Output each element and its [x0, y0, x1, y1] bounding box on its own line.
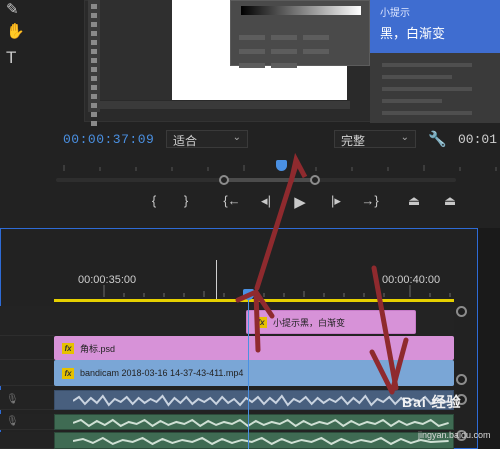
zoom-end-handle[interactable]	[310, 175, 320, 185]
microphone-icon[interactable]: 🎙	[6, 394, 19, 405]
sequence-duration: 00:01:	[458, 132, 500, 147]
photoshop-workspace-preview	[100, 0, 172, 100]
gradient-bar	[241, 6, 361, 15]
gradient-dialog-preview	[230, 0, 370, 68]
tip-title: 小提示	[380, 8, 410, 19]
zoom-range[interactable]	[224, 178, 316, 182]
timeline-playhead[interactable]	[243, 289, 254, 300]
clip-label: bandicam 2018-03-16 14-37-43-411.mp4	[80, 368, 244, 378]
go-to-out-icon[interactable]: →}	[358, 193, 382, 208]
mark-in-icon[interactable]: {	[142, 193, 166, 208]
clip-label: 小提示黑，白渐变	[273, 317, 346, 328]
timeline-ruler-ticks	[103, 285, 451, 297]
timeline-edit-marker	[216, 260, 217, 300]
hand-tool-icon[interactable]: ✋	[6, 22, 25, 40]
audio-clip[interactable]	[54, 414, 454, 430]
playhead-timecode[interactable]: 00:00:37:09	[63, 132, 154, 147]
audio-waveform	[73, 418, 449, 428]
pen-tool-icon[interactable]: ✎	[6, 0, 19, 18]
track-scroll-knob[interactable]	[456, 306, 467, 317]
fx-badge: fx	[62, 342, 74, 354]
watermark-url: jingyan.baidu.com	[418, 430, 491, 440]
audio-waveform	[73, 394, 449, 407]
audio-waveform	[73, 436, 449, 446]
fx-badge: fx	[255, 316, 267, 328]
zoom-start-handle[interactable]	[219, 175, 229, 185]
video-track-header[interactable]	[0, 360, 54, 386]
video-track: fx 角标.psd	[54, 336, 454, 360]
audio-track	[54, 390, 454, 410]
type-tool-icon[interactable]: T	[6, 48, 16, 68]
chevron-down-icon: ⌄	[232, 132, 241, 143]
video-track: fx 小提示黑，白渐变	[54, 306, 454, 336]
step-forward-icon[interactable]: |▸	[324, 193, 348, 209]
wrench-icon[interactable]: 🔧	[428, 130, 447, 148]
audio-track-header[interactable]: 🎙	[0, 414, 54, 430]
playback-quality-value: 完整	[341, 134, 366, 148]
tip-overlay: 小提示 黑，白渐变	[370, 0, 500, 53]
watermark: Bai 经验 jingyan.baidu.com	[400, 392, 500, 449]
work-area-bar[interactable]	[54, 299, 454, 302]
audio-track	[54, 432, 454, 449]
chevron-down-icon: ⌄	[400, 132, 409, 143]
track-scroll-knob[interactable]	[456, 374, 467, 385]
transport-controls: { } {← ◂| ▶ |▸ →} ⏏ ⏏	[140, 193, 470, 217]
photoshop-toolbar-preview	[88, 0, 100, 126]
monitor-playhead[interactable]	[276, 160, 287, 171]
timeline-clip[interactable]: fx 角标.psd	[54, 336, 454, 360]
microphone-icon[interactable]: 🎙	[6, 416, 19, 427]
tools-panel: ✎ ✋ T	[0, 0, 28, 78]
video-track-header[interactable]	[0, 336, 54, 360]
video-track-header[interactable]	[0, 306, 54, 336]
lift-icon[interactable]: ⏏	[402, 193, 426, 209]
tip-text: 黑，白渐变	[380, 26, 446, 41]
zoom-fit-dropdown[interactable]: 适合 ⌄	[166, 130, 248, 148]
photoshop-properties-preview	[370, 53, 500, 123]
audio-clip[interactable]	[54, 432, 454, 449]
play-icon[interactable]: ▶	[288, 193, 312, 211]
go-to-in-icon[interactable]: {←	[220, 193, 244, 208]
photoshop-status-bar-preview	[100, 101, 350, 109]
audio-track	[54, 414, 454, 430]
playback-quality-dropdown[interactable]: 完整 ⌄	[334, 130, 416, 148]
timeline-clip[interactable]: fx bandicam 2018-03-16 14-37-43-411.mp4	[54, 360, 454, 386]
timeline-clip[interactable]: fx 小提示黑，白渐变	[246, 310, 416, 334]
audio-track-header[interactable]	[0, 432, 54, 449]
timeline-playhead-line	[248, 296, 249, 449]
video-track: fx bandicam 2018-03-16 14-37-43-411.mp4	[54, 360, 454, 386]
zoom-fit-value: 适合	[173, 134, 198, 148]
watermark-logo: Bai 经验	[402, 394, 462, 410]
extract-icon[interactable]: ⏏	[438, 193, 462, 209]
audio-track-header[interactable]: 🎙	[0, 390, 54, 410]
program-monitor: ✎ ✋ T 小提示 黑，白渐变 00:00:37:09 适合 ⌄ 完整 ⌄ 🔧 …	[0, 0, 500, 228]
mark-out-icon[interactable]: }	[174, 193, 198, 208]
audio-clip[interactable]	[54, 390, 454, 410]
step-back-icon[interactable]: ◂|	[254, 193, 278, 209]
clip-label: 角标.psd	[80, 343, 116, 354]
fx-badge: fx	[62, 367, 74, 379]
